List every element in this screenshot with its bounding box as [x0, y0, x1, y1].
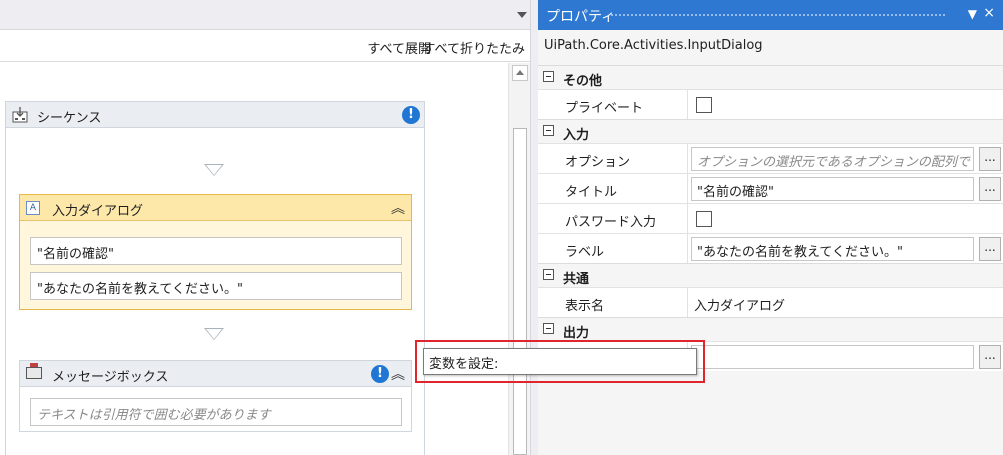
- dialog-label-input[interactable]: "あなたの名前を教えてください。": [30, 272, 402, 300]
- input-dialog-title: 入力ダイアログ: [52, 204, 144, 219]
- collapse-toggle-icon[interactable]: [543, 269, 554, 280]
- collapse-all-link[interactable]: すべて折りたたみ: [422, 38, 525, 57]
- collapse-chevron-icon[interactable]: ︽: [391, 364, 405, 384]
- property-row-options: オプション オプションの選択元であるオプションの配列です。 ...: [538, 143, 1003, 174]
- pane-splitter[interactable]: [530, 0, 538, 455]
- property-value: [689, 204, 1003, 234]
- designer-canvas: シーケンス ! A 入力ダイアログ ︽ "名前の確認" "あなたの名前を教えてく…: [0, 63, 508, 455]
- property-name: オプション: [538, 144, 688, 174]
- warning-info-icon[interactable]: !: [402, 106, 420, 124]
- designer-vertical-scrollbar[interactable]: [508, 63, 530, 455]
- property-row-private: プライベート: [538, 89, 1003, 120]
- message-box-title: メッセージボックス: [52, 370, 169, 385]
- property-row-display-name: 表示名 入力ダイアログ: [538, 287, 1003, 318]
- set-variable-highlight: 変数を設定:: [415, 340, 705, 383]
- close-icon[interactable]: ×: [983, 5, 995, 21]
- property-name: ラベル: [538, 234, 688, 264]
- sequence-icon: [12, 107, 28, 123]
- message-box-header: メッセージボックス ! ︽: [20, 361, 411, 387]
- message-text-input[interactable]: テキストは引用符で囲む必要があります: [30, 398, 402, 426]
- set-variable-menu-item[interactable]: 変数を設定:: [423, 348, 697, 375]
- collapse-chevron-icon[interactable]: ︽: [391, 198, 405, 218]
- category-label: その他: [563, 74, 603, 89]
- property-row-label: ラベル "あなたの名前を教えてください。" ...: [538, 233, 1003, 264]
- property-name: プライベート: [538, 90, 688, 120]
- message-box-activity[interactable]: メッセージボックス ! ︽ テキストは引用符で囲む必要があります: [19, 360, 412, 432]
- property-name: タイトル: [538, 174, 688, 204]
- display-name-value[interactable]: 入力ダイアログ: [694, 295, 785, 314]
- property-value: [689, 90, 1003, 120]
- collapse-toggle-icon[interactable]: [543, 71, 554, 82]
- message-box-icon: [26, 363, 42, 379]
- property-value: 入力ダイアログ: [689, 288, 1003, 318]
- collapse-toggle-icon[interactable]: [543, 125, 554, 136]
- category-label: 出力: [563, 326, 590, 341]
- property-row-title: タイトル "名前の確認" ...: [538, 173, 1003, 204]
- property-name: 表示名: [538, 288, 688, 318]
- scrollbar-thumb[interactable]: [513, 128, 527, 455]
- category-label: 共通: [563, 272, 590, 287]
- title-input[interactable]: "名前の確認": [691, 177, 974, 201]
- property-value: "あなたの名前を教えてください。" ...: [689, 234, 1003, 264]
- input-dialog-icon: A: [26, 201, 40, 215]
- pin-dropdown-icon[interactable]: ▼: [968, 7, 977, 21]
- drop-target-arrow-icon: [204, 164, 224, 176]
- options-input[interactable]: オプションの選択元であるオプションの配列です。: [691, 147, 974, 171]
- private-checkbox[interactable]: [696, 97, 712, 113]
- label-input[interactable]: "あなたの名前を教えてください。": [691, 237, 974, 261]
- property-value: オプションの選択元であるオプションの配列です。 ...: [689, 144, 1003, 174]
- result-input[interactable]: [691, 345, 974, 369]
- category-input[interactable]: 入力: [538, 119, 1003, 143]
- input-dialog-activity[interactable]: A 入力ダイアログ ︽ "名前の確認" "あなたの名前を教えてください。": [19, 194, 412, 310]
- collapse-toggle-icon[interactable]: [543, 323, 554, 334]
- workflow-designer: すべて展開 すべて折りたたみ シーケンス ! A 入力ダイアログ ︽ "名前の確…: [0, 0, 538, 455]
- properties-header: プロパティ ▼ ×: [538, 0, 1003, 30]
- input-dialog-header: A 入力ダイアログ ︽: [20, 195, 411, 221]
- password-checkbox[interactable]: [696, 211, 712, 227]
- sequence-title: シーケンス: [37, 111, 102, 126]
- dialog-title-input[interactable]: "名前の確認": [30, 237, 402, 265]
- header-grip: [610, 13, 945, 17]
- warning-info-icon[interactable]: !: [371, 365, 389, 383]
- sequence-header: シーケンス !: [6, 102, 424, 128]
- designer-tab-strip: [0, 0, 537, 30]
- property-name: パスワード入力: [538, 204, 688, 234]
- properties-panel: プロパティ ▼ × UiPath.Core.Activities.InputDi…: [538, 0, 1003, 455]
- category-output[interactable]: 出力: [538, 317, 1003, 341]
- sequence-activity[interactable]: シーケンス ! A 入力ダイアログ ︽ "名前の確認" "あなたの名前を教えてく…: [5, 101, 425, 455]
- property-value: "名前の確認" ...: [689, 174, 1003, 204]
- property-row-password: パスワード入力: [538, 203, 1003, 234]
- ellipsis-button[interactable]: ...: [979, 345, 1001, 369]
- scroll-up-icon[interactable]: [512, 65, 528, 81]
- properties-title: プロパティ: [546, 9, 616, 25]
- category-label: 入力: [563, 128, 590, 143]
- ellipsis-button[interactable]: ...: [979, 147, 1001, 171]
- property-grid: その他 プライベート 入力 オプション オプションの選択元であるオプションの配列…: [538, 65, 1003, 372]
- activity-class-name: UiPath.Core.Activities.InputDialog: [544, 38, 763, 53]
- ellipsis-button[interactable]: ...: [979, 177, 1001, 201]
- property-value: ...: [689, 342, 1003, 372]
- expand-collapse-bar: すべて展開 すべて折りたたみ: [0, 30, 537, 62]
- ellipsis-button[interactable]: ...: [979, 237, 1001, 261]
- dropdown-arrow-icon[interactable]: [517, 12, 527, 18]
- drop-target-arrow-icon: [204, 328, 224, 340]
- category-misc[interactable]: その他: [538, 65, 1003, 89]
- category-common[interactable]: 共通: [538, 263, 1003, 287]
